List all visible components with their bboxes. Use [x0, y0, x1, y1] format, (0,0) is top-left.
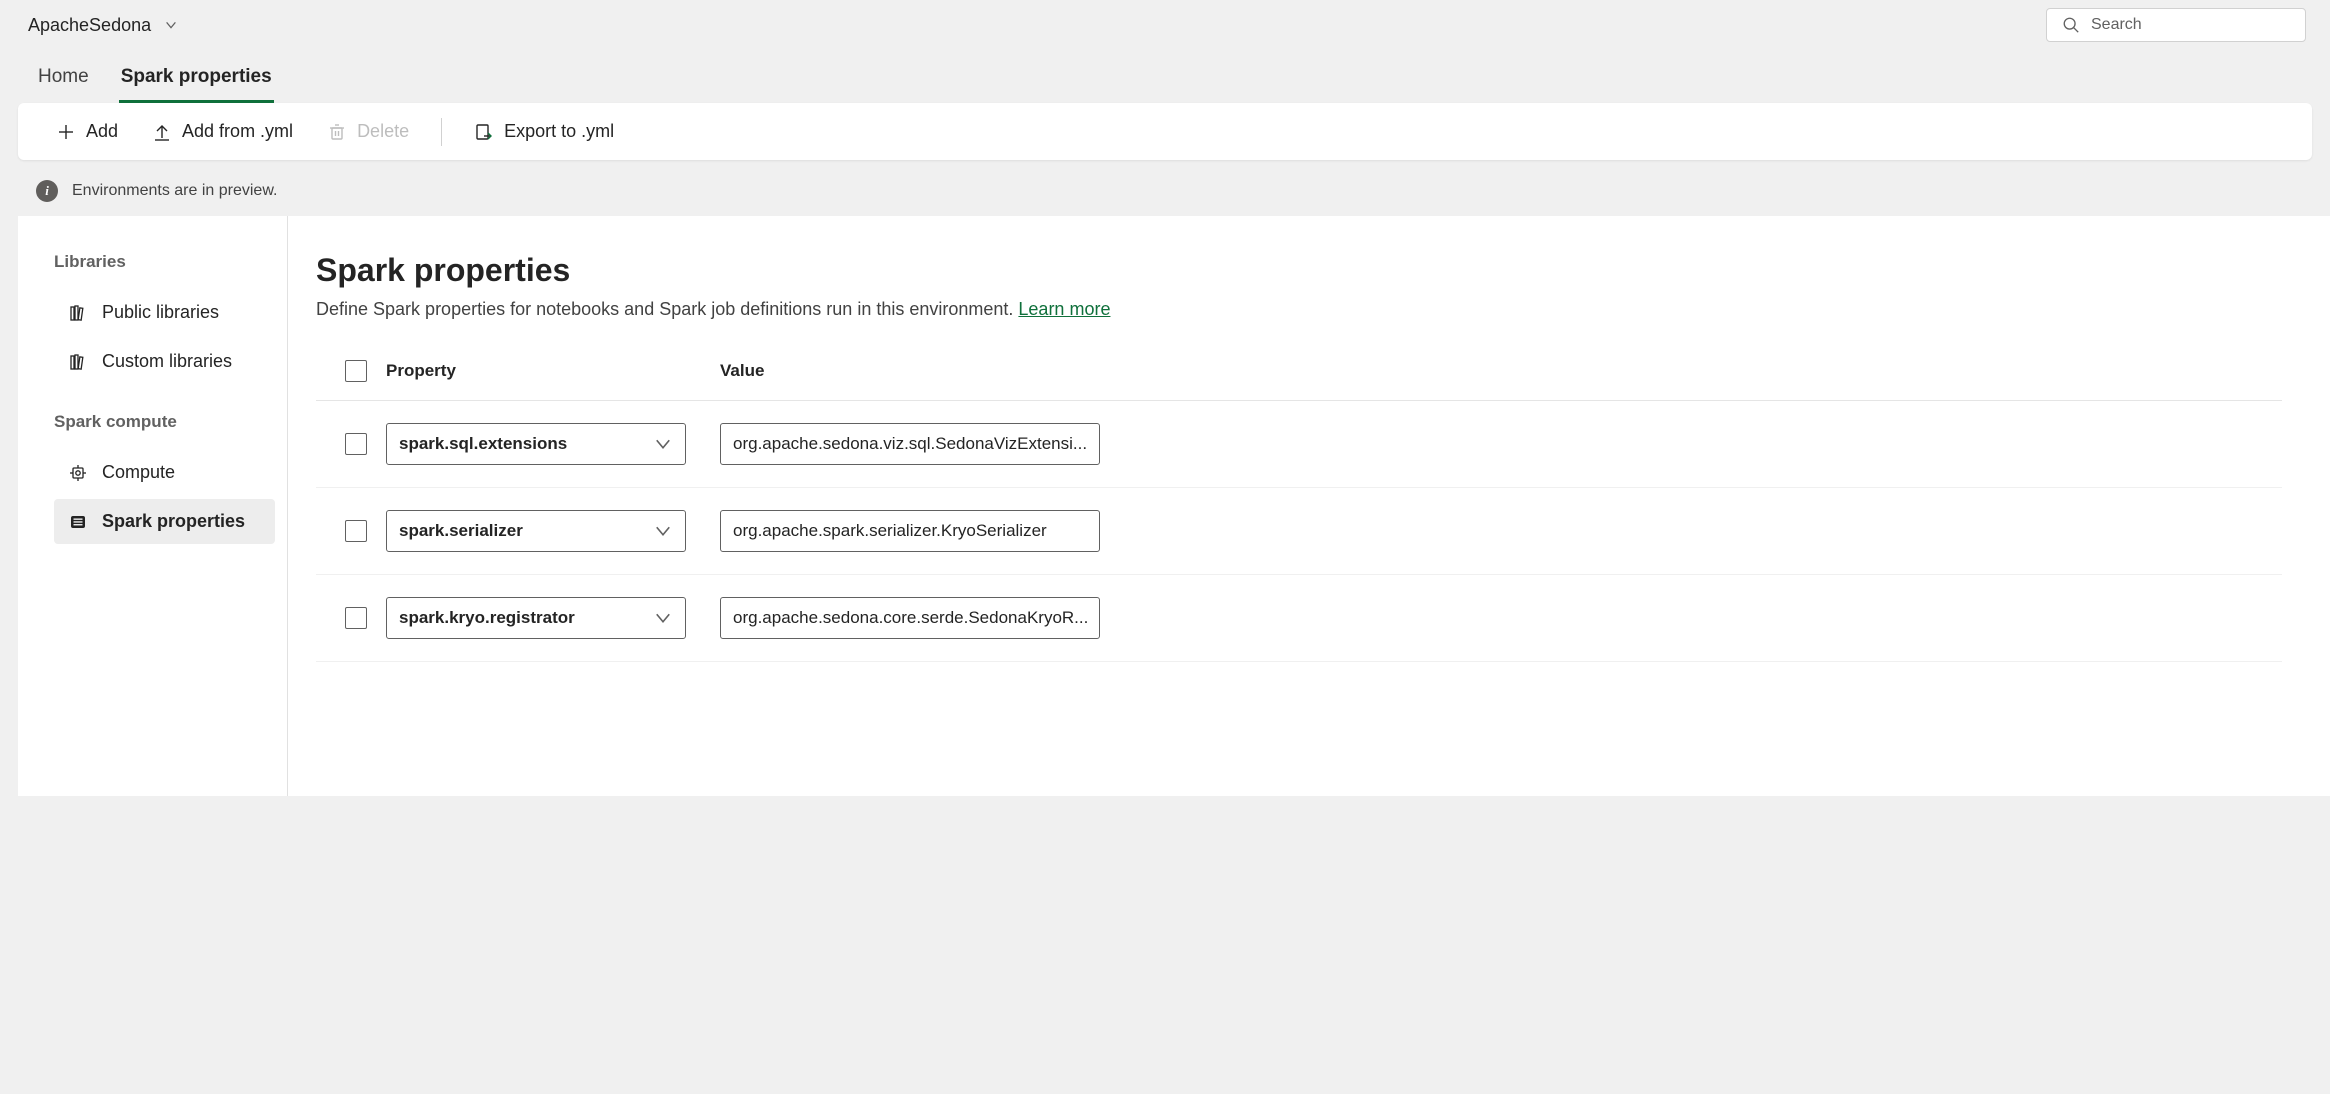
content-area: Spark properties Define Spark properties… [288, 216, 2330, 796]
add-from-yml-label: Add from .yml [182, 121, 293, 142]
chevron-down-icon [653, 608, 673, 628]
breadcrumb-name: ApacheSedona [28, 15, 151, 36]
add-from-yml-button[interactable]: Add from .yml [150, 117, 295, 146]
books-icon [68, 303, 88, 323]
page-title: Spark properties [316, 252, 2282, 289]
sidebar-item-compute[interactable]: Compute [54, 450, 275, 495]
property-value: spark.sql.extensions [399, 434, 567, 454]
tab-home[interactable]: Home [36, 58, 91, 103]
info-bar: i Environments are in preview. [0, 166, 2330, 216]
column-value-header: Value [716, 361, 2272, 381]
search-placeholder: Search [2091, 16, 2142, 34]
property-select[interactable]: spark.sql.extensions [386, 423, 686, 465]
value-input[interactable]: org.apache.sedona.core.serde.SedonaKryoR… [720, 597, 1100, 639]
row-checkbox[interactable] [345, 607, 367, 629]
chevron-down-icon [653, 521, 673, 541]
sidebar-item-label: Compute [102, 462, 175, 483]
toolbar-divider [441, 118, 442, 146]
table-row: spark.serializer org.apache.spark.serial… [316, 488, 2282, 575]
sidebar: Libraries Public libraries Custom librar… [18, 216, 288, 796]
value-text: org.apache.sedona.viz.sql.SedonaVizExten… [733, 434, 1087, 454]
row-checkbox[interactable] [345, 433, 367, 455]
main-area: Libraries Public libraries Custom librar… [18, 216, 2330, 796]
plus-icon [56, 122, 76, 142]
sidebar-item-spark-properties[interactable]: Spark properties [54, 499, 275, 544]
tab-bar: Home Spark properties [0, 46, 2330, 103]
column-property-header: Property [386, 361, 716, 381]
toolbar: Add Add from .yml Delete Export to .yml [18, 103, 2312, 160]
top-bar: ApacheSedona Search [0, 0, 2330, 46]
property-select[interactable]: spark.kryo.registrator [386, 597, 686, 639]
table-header-row: Property Value [316, 348, 2282, 401]
sidebar-item-label: Spark properties [102, 511, 245, 532]
section-compute-title: Spark compute [54, 412, 275, 432]
chevron-down-icon [653, 434, 673, 454]
export-to-yml-label: Export to .yml [504, 121, 614, 142]
info-message: Environments are in preview. [72, 182, 277, 200]
export-to-yml-button[interactable]: Export to .yml [472, 117, 616, 146]
add-label: Add [86, 121, 118, 142]
table-row: spark.sql.extensions org.apache.sedona.v… [316, 401, 2282, 488]
trash-icon [327, 122, 347, 142]
delete-label: Delete [357, 121, 409, 142]
subtitle-text: Define Spark properties for notebooks an… [316, 299, 1018, 319]
import-icon [152, 122, 172, 142]
list-icon [68, 512, 88, 532]
properties-table: Property Value spark.sql.extensions org.… [316, 348, 2282, 662]
breadcrumb[interactable]: ApacheSedona [28, 15, 181, 36]
row-checkbox[interactable] [345, 520, 367, 542]
property-select[interactable]: spark.serializer [386, 510, 686, 552]
page-subtitle: Define Spark properties for notebooks an… [316, 299, 2282, 320]
sidebar-item-custom-libraries[interactable]: Custom libraries [54, 339, 275, 384]
export-icon [474, 122, 494, 142]
sidebar-item-label: Public libraries [102, 302, 219, 323]
property-value: spark.serializer [399, 521, 523, 541]
chip-icon [68, 463, 88, 483]
info-icon: i [36, 180, 58, 202]
books-icon [68, 352, 88, 372]
value-text: org.apache.sedona.core.serde.SedonaKryoR… [733, 608, 1088, 628]
section-libraries-title: Libraries [54, 252, 275, 272]
property-value: spark.kryo.registrator [399, 608, 575, 628]
value-input[interactable]: org.apache.sedona.viz.sql.SedonaVizExten… [720, 423, 1100, 465]
tab-spark-properties[interactable]: Spark properties [119, 58, 274, 103]
select-all-checkbox[interactable] [345, 360, 367, 382]
sidebar-item-label: Custom libraries [102, 351, 232, 372]
delete-button[interactable]: Delete [325, 117, 411, 146]
add-button[interactable]: Add [54, 117, 120, 146]
value-input[interactable]: org.apache.spark.serializer.KryoSerializ… [720, 510, 1100, 552]
search-icon [2061, 15, 2081, 35]
learn-more-link[interactable]: Learn more [1018, 299, 1110, 319]
chevron-down-icon [161, 15, 181, 35]
select-all-cell [326, 360, 386, 382]
sidebar-item-public-libraries[interactable]: Public libraries [54, 290, 275, 335]
value-text: org.apache.spark.serializer.KryoSerializ… [733, 521, 1047, 541]
table-row: spark.kryo.registrator org.apache.sedona… [316, 575, 2282, 662]
search-input[interactable]: Search [2046, 8, 2306, 42]
